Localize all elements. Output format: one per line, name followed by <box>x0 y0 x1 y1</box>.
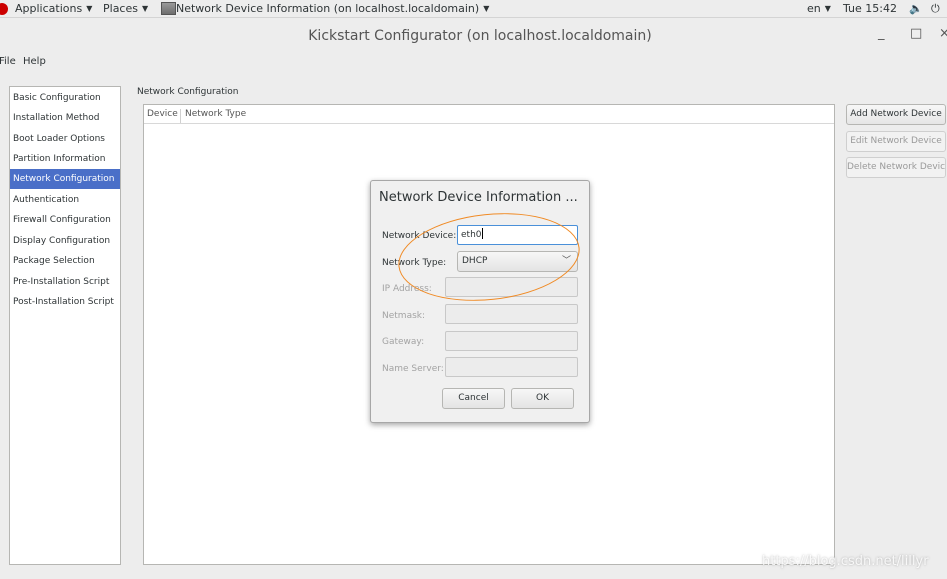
sidebar-item-boot-loader-options[interactable]: Boot Loader Options <box>10 129 120 149</box>
netmask-label: Netmask: <box>382 311 426 321</box>
help-menu[interactable]: Help <box>23 56 46 67</box>
netmask-input[interactable] <box>445 304 578 324</box>
window-thumbnail-icon <box>161 2 176 15</box>
volume-icon[interactable]: 🔈 <box>909 2 923 15</box>
sidebar-item-post-installation-script[interactable]: Post-Installation Script <box>10 292 120 312</box>
clock[interactable]: Tue 15:42 <box>843 2 897 15</box>
table-header: Device Network Type <box>144 105 834 124</box>
applications-label: Applications <box>15 2 83 15</box>
sidebar-item-basic-configuration[interactable]: Basic Configuration <box>10 88 120 108</box>
applications-menu[interactable]: Applications ▼ <box>15 2 92 15</box>
gateway-input[interactable] <box>445 331 578 351</box>
maximize-button[interactable]: □ <box>910 26 922 41</box>
language-label: en <box>807 2 821 15</box>
redhat-logo-icon[interactable] <box>0 3 8 15</box>
places-menu[interactable]: Places ▼ <box>103 2 148 15</box>
places-label: Places <box>103 2 138 15</box>
active-window-label: Network Device Information (on localhost… <box>176 2 480 15</box>
close-button[interactable]: × <box>939 26 947 41</box>
sidebar-item-package-selection[interactable]: Package Selection <box>10 251 120 271</box>
column-divider <box>180 109 181 123</box>
section-title: Network Configuration <box>137 87 239 97</box>
language-menu[interactable]: en ▼ <box>807 2 831 15</box>
column-header-network-type[interactable]: Network Type <box>185 109 246 119</box>
file-menu[interactable]: File <box>0 56 16 67</box>
dialog-title: Network Device Information ... <box>379 190 578 205</box>
power-icon[interactable]: ⏻ <box>931 2 940 16</box>
ok-button[interactable]: OK <box>511 388 574 409</box>
column-header-device[interactable]: Device <box>147 109 178 119</box>
name-server-input[interactable] <box>445 357 578 377</box>
cancel-button[interactable]: Cancel <box>442 388 505 409</box>
sidebar-item-authentication[interactable]: Authentication <box>10 190 120 210</box>
sidebar-item-network-configuration[interactable]: Network Configuration <box>10 169 120 189</box>
name-server-label: Name Server: <box>382 364 444 374</box>
sidebar-item-partition-information[interactable]: Partition Information <box>10 149 120 169</box>
sidebar-item-pre-installation-script[interactable]: Pre-Installation Script <box>10 272 120 292</box>
edit-network-device-button[interactable]: Edit Network Device <box>846 131 946 152</box>
top-panel: Applications ▼ Places ▼ Network Device Inf… <box>0 0 947 18</box>
minimize-button[interactable]: _ <box>878 26 885 41</box>
window-title: Kickstart Configurator (on localhost.loc… <box>308 28 652 44</box>
add-network-device-button[interactable]: Add Network Device <box>846 104 946 125</box>
sidebar-item-installation-method[interactable]: Installation Method <box>10 108 120 128</box>
chevron-down-icon: ▼ <box>141 4 149 13</box>
window-titlebar: Kickstart Configurator (on localhost.loc… <box>0 18 947 54</box>
chevron-down-icon: ▼ <box>86 4 93 13</box>
chevron-down-icon: ▼ <box>483 4 490 13</box>
active-window-menu[interactable]: Network Device Information (on localhost… <box>176 2 489 15</box>
sidebar-item-display-configuration[interactable]: Display Configuration <box>10 231 120 251</box>
chevron-down-icon: ▼ <box>824 4 831 13</box>
sidebar: Basic Configuration Installation Method … <box>9 86 121 565</box>
delete-network-device-button[interactable]: Delete Network Device <box>846 157 946 178</box>
gateway-label: Gateway: <box>382 337 425 347</box>
sidebar-item-firewall-configuration[interactable]: Firewall Configuration <box>10 210 120 230</box>
watermark: https://blog.csdn.net/lillyr <box>762 554 929 569</box>
